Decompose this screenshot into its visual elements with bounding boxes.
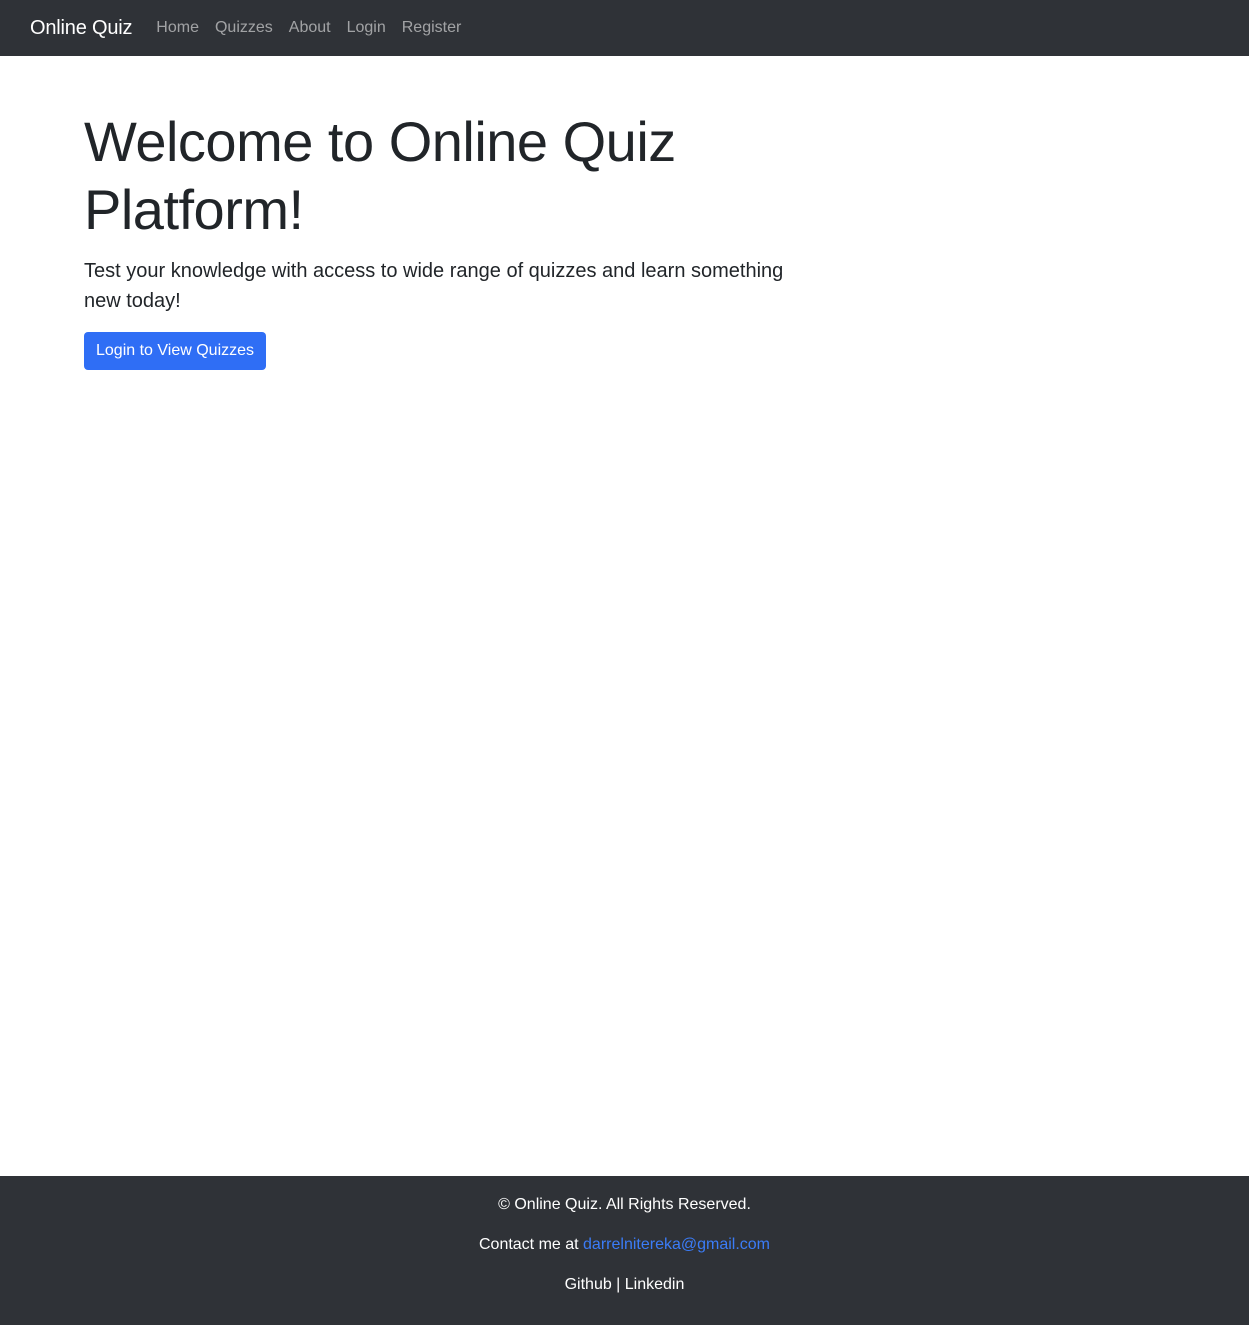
footer-github-link[interactable]: Github bbox=[565, 1276, 612, 1293]
footer-separator: | bbox=[611, 1276, 625, 1293]
nav-register[interactable]: Register bbox=[394, 19, 470, 37]
login-to-view-quizzes-button[interactable]: Login to View Quizzes bbox=[84, 332, 267, 370]
footer-social: Github | Linkedin bbox=[0, 1275, 1249, 1295]
nav-quizzes[interactable]: Quizzes bbox=[207, 19, 281, 37]
footer: © Online Quiz. All Rights Reserved. Cont… bbox=[0, 1176, 1249, 1325]
hero-lead: Test your knowledge with access to wide … bbox=[84, 260, 784, 312]
footer-contact: Contact me at darrelnitereka@gmail.com bbox=[0, 1235, 1249, 1255]
footer-linkedin-link[interactable]: Linkedin bbox=[625, 1276, 685, 1293]
nav-login[interactable]: Login bbox=[339, 19, 394, 37]
hero-title: Welcome to Online Quiz Platform! bbox=[84, 110, 676, 241]
nav-home[interactable]: Home bbox=[156, 19, 207, 37]
nav-links: Home Quizzes About Login Register bbox=[156, 19, 469, 37]
main-content: Welcome to Online Quiz Platform! Test yo… bbox=[0, 56, 1249, 1176]
navbar: Online Quiz Home Quizzes About Login Reg… bbox=[0, 0, 1249, 56]
footer-email-link[interactable]: darrelnitereka@gmail.com bbox=[583, 1236, 770, 1253]
nav-about[interactable]: About bbox=[281, 19, 339, 37]
footer-copyright: © Online Quiz. All Rights Reserved. bbox=[498, 1196, 751, 1213]
footer-contact-prefix: Contact me at bbox=[478, 1236, 584, 1253]
brand-link[interactable]: Online Quiz bbox=[30, 17, 132, 40]
page: Online Quiz Home Quizzes About Login Reg… bbox=[0, 0, 1249, 1325]
